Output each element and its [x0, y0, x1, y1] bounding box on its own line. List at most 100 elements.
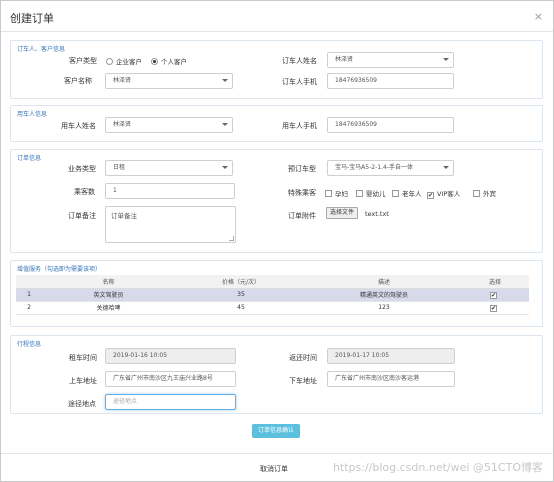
user-section-title: 用车人信息: [17, 111, 48, 118]
close-icon[interactable]: ×: [534, 10, 543, 23]
service-name: 英文驾驶员: [42, 288, 175, 302]
checkbox-label: 孕妇: [335, 190, 348, 198]
select-value: 林泽贤: [113, 121, 132, 128]
select-value: 日租: [113, 164, 126, 171]
return-time-input: 2019-01-17 10:05: [327, 348, 455, 364]
column-header: 选择: [461, 275, 529, 289]
trip-section-title: 行程信息: [17, 341, 42, 348]
chevron-down-icon: [222, 123, 228, 126]
car-model-select[interactable]: 宝马-宝马A5-2-1.4-手自一体: [327, 160, 454, 176]
user-name-label: 用车人姓名: [61, 122, 96, 130]
choose-file-button[interactable]: 选择文件: [326, 207, 359, 219]
dropoff-input[interactable]: 广东省广州市南沙区南沙客运港: [327, 371, 455, 387]
service-price: 35: [175, 288, 307, 302]
customer-type-enterprise-radio[interactable]: 企业客户: [106, 56, 142, 66]
checkbox-label: 婴幼儿: [366, 190, 386, 198]
service-select-cell: ✔: [461, 288, 529, 302]
column-header: 名称: [42, 275, 175, 289]
booker-name-label: 订车人姓名: [282, 57, 317, 65]
service-desc: 123: [307, 301, 461, 315]
user-phone-label: 用车人手机: [282, 122, 317, 130]
row-number: 1: [16, 288, 42, 302]
select-value: 林泽贤: [335, 56, 354, 63]
booker-phone-input[interactable]: 18476936509: [327, 73, 454, 89]
customer-name-label: 客户名称: [64, 77, 92, 85]
table-row[interactable]: 1 英文驾驶员 35 精通英文的驾驶员 ✔: [16, 288, 529, 302]
chevron-down-icon: [443, 58, 449, 61]
checkbox-icon: [356, 190, 363, 197]
checkbox-icon: [473, 190, 480, 197]
modal-footer: 取消订单 https://blog.csdn.net/wei @51CTO博客: [1, 453, 553, 482]
customer-type-label: 客户类型: [69, 57, 97, 65]
service-select-cell: ✔: [461, 301, 529, 315]
customer-panel: 订车人、客户信息: [10, 40, 543, 99]
car-model-label: 预订车型: [288, 165, 316, 173]
checkbox-label: VIP客人: [437, 190, 461, 198]
select-value: 林泽贤: [113, 77, 132, 84]
via-input[interactable]: 途径地点: [105, 394, 236, 410]
column-header: 描述: [307, 275, 461, 289]
user-phone-input[interactable]: 18476936509: [327, 117, 454, 133]
services-table: 名称 价格（元/次） 描述 选择 1 英文驾驶员 35 精通英文的驾驶员 ✔ 2…: [16, 275, 529, 315]
dropoff-label: 下车地址: [289, 377, 317, 385]
create-order-modal: 创建订单 × 订车人、客户信息 客户类型 企业客户 个人客户 客户名称 林泽贤 …: [0, 0, 554, 482]
radio-selected-icon: [151, 58, 158, 65]
checkbox-icon: [325, 190, 332, 197]
column-header: 价格（元/次）: [175, 275, 307, 289]
service-price: 45: [175, 301, 307, 315]
checkbox-checked-icon: ✔: [427, 192, 434, 199]
radio-icon: [106, 58, 113, 65]
special-option-pregnant[interactable]: 孕妇: [325, 188, 348, 198]
checkbox-checked-icon[interactable]: ✔: [490, 291, 497, 299]
order-section-title: 订单信息: [17, 155, 42, 162]
table-row[interactable]: 2 关德哈啤 45 123 ✔: [16, 301, 529, 315]
service-name: 关德哈啤: [42, 301, 175, 315]
booker-phone-label: 订车人手机: [282, 78, 317, 86]
watermark: https://blog.csdn.net/wei @51CTO博客: [332, 461, 543, 474]
rent-time-label: 租车时间: [69, 354, 97, 362]
file-name: text.txt: [365, 210, 389, 218]
radio-label: 企业客户: [116, 58, 142, 66]
services-section-title: 增值服务（勾选即为需要该项）: [17, 266, 102, 273]
select-value: 宝马-宝马A5-2-1.4-手自一体: [335, 164, 413, 171]
special-option-vip[interactable]: ✔ VIP客人: [427, 188, 460, 199]
remark-label: 订单备注: [68, 212, 96, 220]
attachment-label: 订单附件: [288, 212, 316, 220]
cancel-order-button[interactable]: 取消订单: [260, 464, 288, 474]
table-header-row: 名称 价格（元/次） 描述 选择: [16, 275, 529, 289]
chevron-down-icon: [443, 166, 449, 169]
rent-time-input: 2019-01-16 10:05: [105, 348, 236, 364]
row-number: 2: [16, 301, 42, 315]
modal-title: 创建订单: [10, 12, 54, 25]
via-label: 途径地点: [68, 400, 96, 408]
chevron-down-icon: [222, 166, 228, 169]
checkbox-label: 外宾: [483, 190, 496, 198]
user-name-select[interactable]: 林泽贤: [105, 117, 233, 133]
special-option-infant[interactable]: 婴幼儿: [356, 188, 386, 198]
biz-type-label: 业务类型: [68, 165, 96, 173]
return-time-label: 返还时间: [289, 354, 317, 362]
modal-header: 创建订单 ×: [1, 1, 553, 32]
chevron-down-icon: [222, 79, 228, 82]
customer-section-title: 订车人、客户信息: [17, 46, 66, 53]
radio-label: 个人客户: [161, 58, 187, 66]
customer-type-personal-radio[interactable]: 个人客户: [151, 56, 187, 66]
booker-name-select[interactable]: 林泽贤: [327, 52, 454, 68]
service-desc: 精通英文的驾驶员: [307, 288, 461, 302]
confirm-order-button[interactable]: 订单信息确认: [252, 424, 300, 438]
textarea-value: 订单备注: [111, 212, 137, 220]
special-option-elderly[interactable]: 老年人: [392, 188, 422, 198]
special-passengers-label: 特殊乘客: [288, 189, 316, 197]
remark-textarea[interactable]: 订单备注: [105, 206, 236, 243]
checkbox-checked-icon[interactable]: ✔: [490, 304, 497, 312]
checkbox-icon: [392, 190, 399, 197]
pickup-label: 上车地址: [69, 377, 97, 385]
column-header: [16, 275, 42, 289]
passengers-label: 乘客数: [74, 188, 95, 196]
customer-name-select[interactable]: 林泽贤: [105, 73, 233, 89]
passengers-input[interactable]: 1: [105, 183, 235, 199]
biz-type-select[interactable]: 日租: [105, 160, 233, 176]
special-option-foreign[interactable]: 外宾: [473, 188, 496, 198]
resize-handle-icon[interactable]: [229, 236, 234, 241]
pickup-input[interactable]: 广东省广州市南沙区九王庙兴业路8号: [105, 371, 236, 387]
